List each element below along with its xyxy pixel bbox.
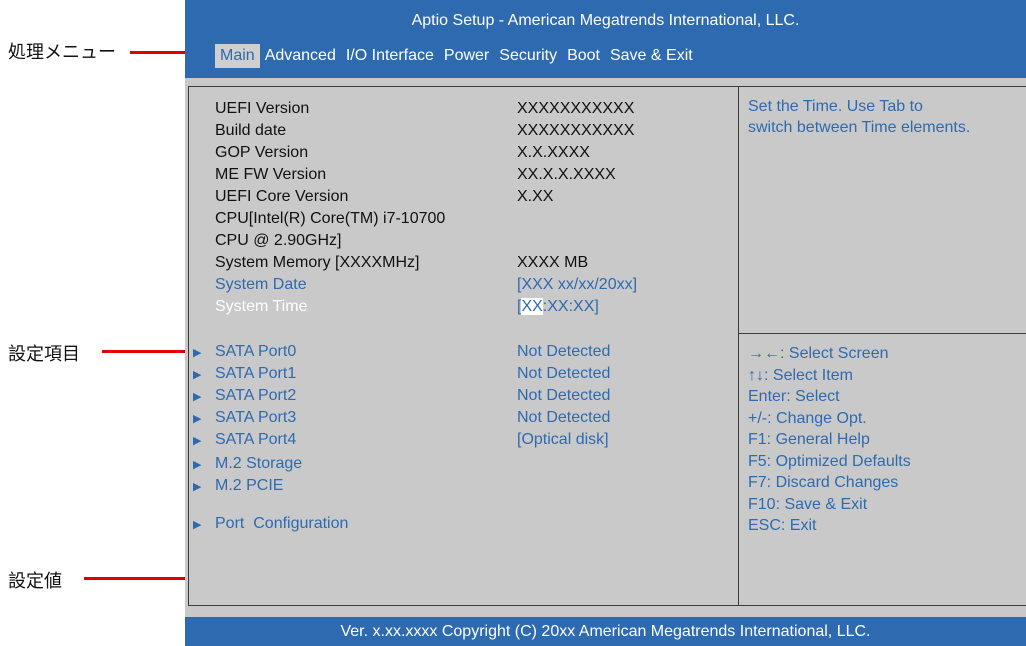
window-title: Aptio Setup - American Megatrends Intern… — [411, 12, 800, 29]
system-time-label: System Time — [215, 298, 308, 315]
system-time-value[interactable]: [XX:XX:XX] — [517, 296, 599, 317]
system-date-value[interactable]: [XXX xx/xx/20xx] — [517, 274, 637, 295]
system-time-hour-selected[interactable]: XX — [521, 298, 543, 315]
submenu-value: Not Detected — [517, 365, 611, 382]
tab-boot[interactable]: Boot — [562, 44, 605, 68]
info-label: CPU[Intel(R) Core(TM) i7-10700 — [215, 210, 446, 227]
submenu-label: SATA Port1 — [215, 365, 297, 382]
info-value: XXXXXXXXXXX — [517, 100, 635, 117]
info-label: CPU @ 2.90GHz] — [215, 232, 342, 249]
annotation-menu-label: 処理メニュー — [8, 42, 116, 63]
info-value: X.XX — [517, 188, 554, 205]
help-text: Set the Time. Use Tab to switch between … — [748, 96, 1018, 138]
settings-list: UEFI Version XXXXXXXXXXX Build date XXXX… — [185, 78, 738, 617]
info-label: UEFI Version — [215, 100, 310, 117]
submenu-label: M.2 Storage — [215, 455, 303, 472]
key-save-exit: F10: Save & Exit — [748, 495, 868, 513]
submenu-arrow-icon: ▶ — [193, 481, 202, 493]
info-label: Build date — [215, 122, 287, 139]
tab-advanced[interactable]: Advanced — [260, 44, 341, 68]
panel-divider-vertical — [738, 86, 739, 606]
tab-io-interface[interactable]: I/O Interface — [341, 44, 439, 68]
main-panel: UEFI Version XXXXXXXXXXX Build date XXXX… — [185, 78, 1026, 617]
info-label: ME FW Version — [215, 166, 327, 183]
key-select-screen: →←: Select Screen — [748, 345, 889, 362]
submenu-value: Not Detected — [517, 409, 611, 426]
bios-setup-window: Aptio Setup - American Megatrends Intern… — [185, 0, 1026, 646]
submenu-value: Not Detected — [517, 387, 611, 404]
submenu-label: SATA Port4 — [215, 431, 297, 448]
submenu-label: SATA Port0 — [215, 343, 297, 360]
submenu-arrow-icon: ▶ — [193, 391, 202, 403]
key-optimized-defaults: F5: Optimized Defaults — [748, 452, 911, 470]
info-value: XXXXXXXXXXX — [517, 122, 635, 139]
tab-power[interactable]: Power — [439, 44, 494, 68]
key-general-help: F1: General Help — [748, 431, 870, 448]
submenu-value: [Optical disk] — [517, 431, 609, 448]
submenu-arrow-icon: ▶ — [193, 459, 202, 471]
info-value: X.X.XXXX — [517, 144, 590, 161]
help-line: Set the Time. Use Tab to — [748, 98, 923, 115]
annotation-items-line — [102, 350, 197, 353]
submenu-arrow-icon: ▶ — [193, 435, 202, 447]
tab-main[interactable]: Main — [215, 44, 260, 68]
annotation-items-label: 設定項目 — [8, 344, 80, 365]
menu-bar: Main Advanced I/O Interface Power Securi… — [215, 44, 698, 68]
info-value: XX.X.X.XXXX — [517, 166, 616, 183]
key-change-opt: +/-: Change Opt. — [748, 409, 867, 427]
info-label: GOP Version — [215, 144, 309, 161]
tab-security[interactable]: Security — [494, 44, 562, 68]
system-date-label: System Date — [215, 276, 307, 293]
submenu-value: Not Detected — [517, 343, 611, 360]
key-legend: →←: Select Screen ↑↓: Select Item Enter:… — [748, 343, 1018, 537]
help-line: switch between Time elements. — [748, 119, 971, 136]
submenu-arrow-icon: ▶ — [193, 347, 202, 359]
key-discard-changes: F7: Discard Changes — [748, 474, 899, 491]
submenu-arrow-icon: ▶ — [193, 369, 202, 381]
footer-bar: Ver. x.xx.xxxx Copyright (C) 20xx Americ… — [185, 617, 1026, 646]
annotation-values-label: 設定値 — [8, 571, 62, 592]
key-enter: Enter: Select — [748, 388, 840, 405]
submenu-arrow-icon: ▶ — [193, 519, 202, 531]
tab-save-exit[interactable]: Save & Exit — [605, 44, 698, 68]
system-time-rest[interactable]: :XX:XX] — [543, 298, 599, 315]
info-label: System Memory [XXXXMHz] — [215, 254, 420, 271]
panel-divider-horizontal — [738, 333, 1026, 334]
info-value: XXXX MB — [517, 254, 589, 271]
info-label: UEFI Core Version — [215, 188, 349, 205]
submenu-label: SATA Port3 — [215, 409, 297, 426]
title-bar: Aptio Setup - American Megatrends Intern… — [185, 0, 1026, 78]
submenu-label: SATA Port2 — [215, 387, 297, 404]
submenu-label: Port Configuration — [215, 515, 349, 532]
submenu-arrow-icon: ▶ — [193, 413, 202, 425]
key-select-item: ↑↓: Select Item — [748, 366, 853, 384]
submenu-label: M.2 PCIE — [215, 477, 284, 494]
key-esc-exit: ESC: Exit — [748, 517, 817, 534]
